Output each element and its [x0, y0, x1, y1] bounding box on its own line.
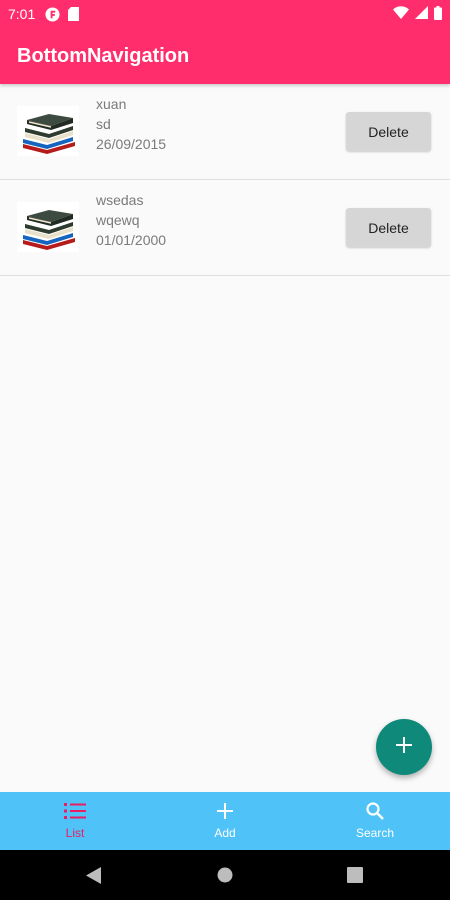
status-bar: 7:01	[0, 0, 450, 28]
item-date: 01/01/2000	[96, 232, 167, 248]
item-title: wsedas	[96, 192, 144, 208]
sd-card-icon	[68, 7, 80, 21]
nav-item-label: List	[65, 826, 85, 840]
search-icon	[366, 802, 384, 826]
add-fab-button[interactable]	[376, 719, 432, 775]
books-icon	[17, 106, 79, 156]
bottom-navigation: List Add Search	[0, 792, 450, 850]
books-icon	[17, 202, 79, 252]
page-title: BottomNavigation	[17, 44, 190, 67]
nav-item-list[interactable]: List	[0, 792, 150, 850]
nav-item-label: Add	[214, 826, 236, 840]
recents-icon[interactable]	[347, 867, 363, 888]
list-item[interactable]: wsedas wqewq 01/01/2000 Delete	[0, 180, 450, 276]
book-list: xuan sd 26/09/2015 Delete wsedas wqewq 0…	[0, 84, 450, 276]
nav-item-search[interactable]: Search	[300, 792, 450, 850]
signal-icon	[415, 6, 428, 22]
nav-item-add[interactable]: Add	[150, 792, 300, 850]
app-bar: BottomNavigation	[0, 28, 450, 84]
item-subtitle: sd	[96, 116, 111, 132]
list-icon	[64, 802, 86, 826]
battery-icon	[434, 5, 442, 23]
status-right-icons	[393, 5, 442, 23]
add-icon	[216, 802, 234, 826]
wifi-icon	[393, 6, 409, 22]
notification-app-icon	[45, 6, 60, 22]
item-texts: wsedas wqewq 01/01/2000	[96, 190, 166, 250]
item-title: xuan	[96, 96, 127, 112]
back-icon[interactable]	[86, 867, 102, 889]
home-icon[interactable]	[217, 867, 233, 888]
item-subtitle: wqewq	[96, 212, 140, 228]
add-icon	[395, 736, 413, 759]
delete-button[interactable]: Delete	[346, 112, 431, 151]
system-navigation-bar	[0, 850, 450, 900]
nav-item-label: Search	[355, 826, 395, 840]
item-date: 26/09/2015	[96, 136, 167, 152]
item-texts: xuan sd 26/09/2015	[96, 94, 166, 154]
status-time: 7:01	[8, 6, 36, 22]
delete-button[interactable]: Delete	[346, 208, 431, 247]
list-item[interactable]: xuan sd 26/09/2015 Delete	[0, 84, 450, 180]
